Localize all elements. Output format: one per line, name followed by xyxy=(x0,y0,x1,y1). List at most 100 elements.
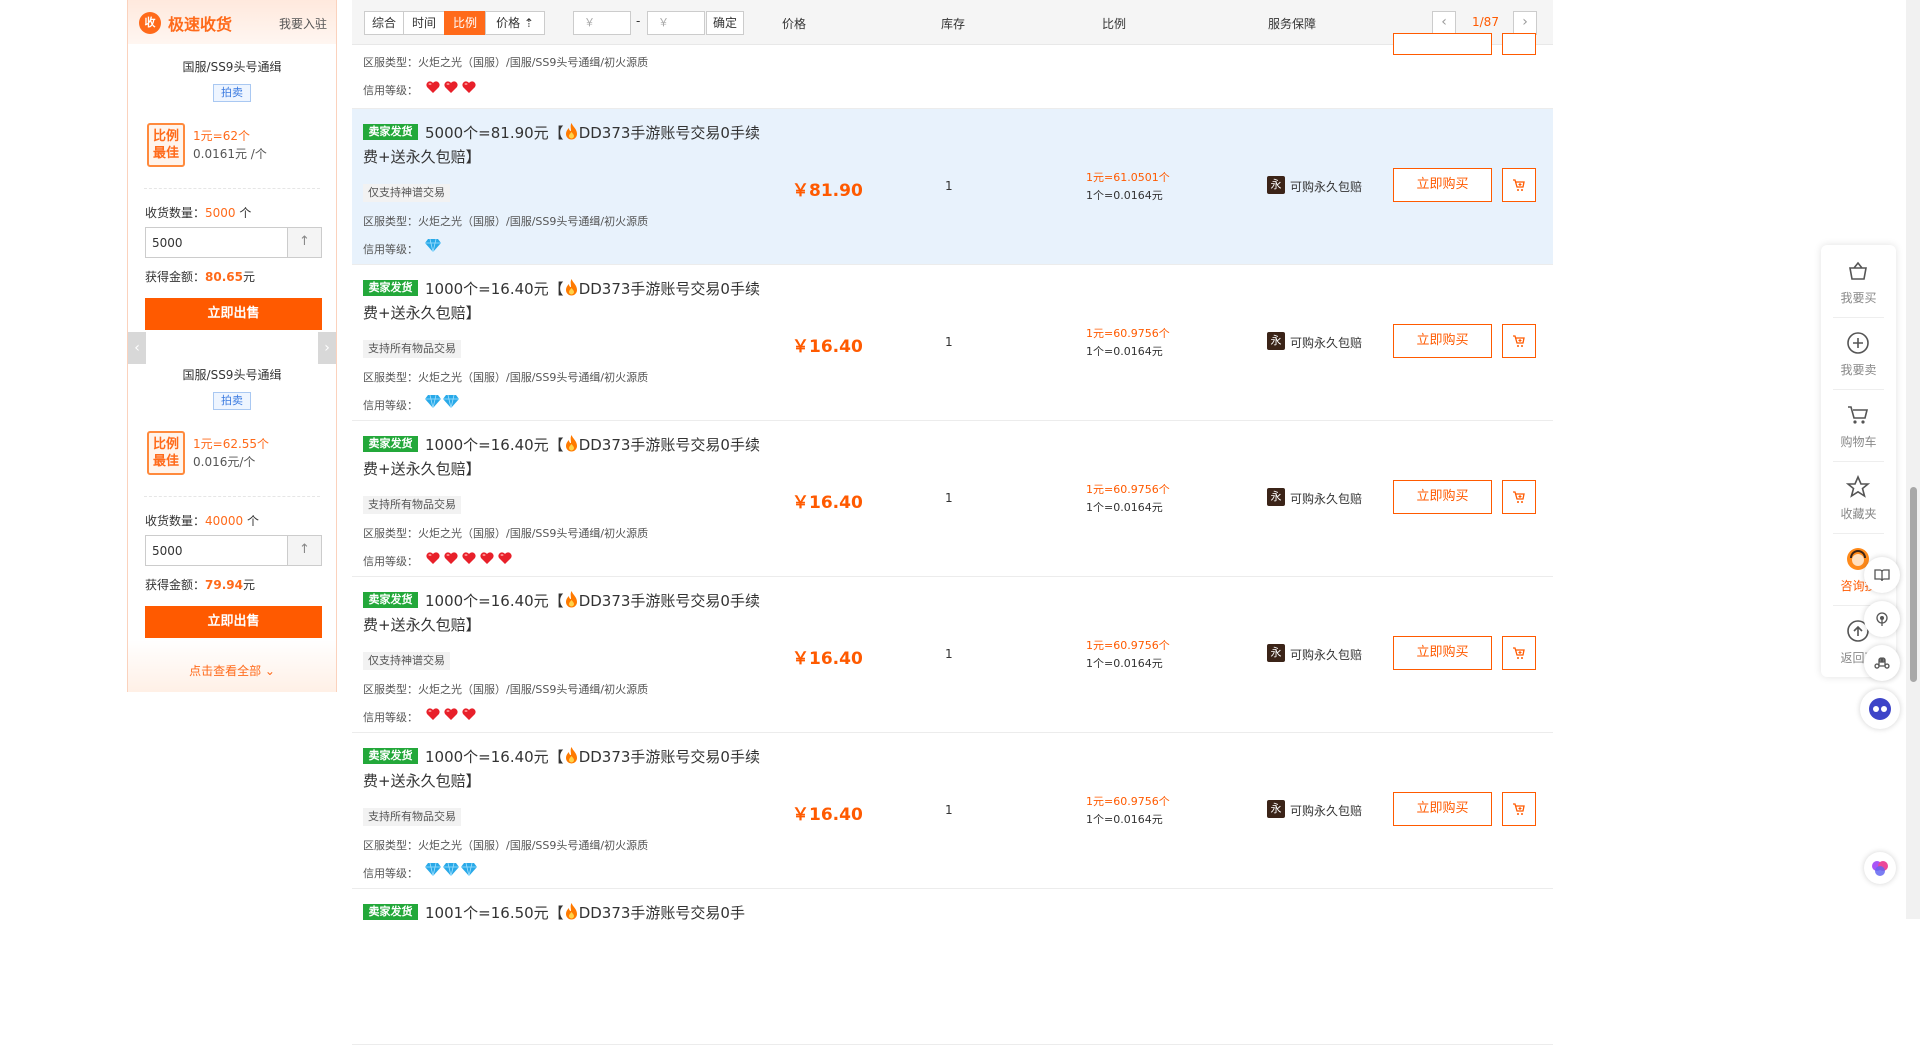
hot-flame-icon xyxy=(565,747,577,764)
permanent-guarantee-icon: 永 xyxy=(1267,332,1285,350)
join-link[interactable]: 我要入驻 xyxy=(279,15,327,32)
ratio-per-yuan: 1元=60.9756个 xyxy=(1086,795,1170,808)
listing-price: ￥16.40 xyxy=(792,337,863,357)
toolbar-cart[interactable]: 购物车 xyxy=(1821,389,1896,461)
listing-title[interactable]: 1000个=16.40元【 DD373手游账号交易0手续费+送永久包赔】 xyxy=(363,745,763,793)
carousel-prev-button[interactable]: ‹ xyxy=(128,332,146,364)
ratio-per-unit: 1个=0.0164元 xyxy=(1086,813,1163,826)
view-all-link[interactable]: 点击查看全部 ⌄ xyxy=(128,662,336,679)
diamond-icon xyxy=(461,862,477,876)
region-type: 区服类型：火炬之光（国服）/国服/SS9头号通缉/初火源质 xyxy=(363,56,649,69)
buy-now-button[interactable]: 立即购买 xyxy=(1393,168,1492,202)
best-label-1: 比例 xyxy=(152,129,179,144)
listing-title[interactable]: 1000个=16.40元【 DD373手游账号交易0手续费+送永久包赔】 xyxy=(363,433,763,481)
page-indicator: 1/87 xyxy=(1472,15,1499,29)
qty-field: ↑ xyxy=(145,227,322,258)
divider xyxy=(144,188,320,189)
toolbar-favorites[interactable]: 收藏夹 xyxy=(1821,461,1896,533)
region-type: 区服类型：火炬之光（国服）/国服/SS9头号通缉/初火源质 xyxy=(363,215,649,228)
toolbar-cart-label: 购物车 xyxy=(1840,435,1877,449)
listing-row[interactable]: 卖家发货 5000个=81.90元【 DD373手游账号交易0手续费+送永久包赔】仅… xyxy=(352,109,1553,265)
best-ratio-badge: 比例 最佳 xyxy=(147,431,185,475)
service-guarantee: 可购永久包赔 xyxy=(1290,804,1363,818)
credit-label: 信用等级： xyxy=(363,711,418,724)
reader-icon[interactable] xyxy=(1864,557,1900,593)
prev-page-button[interactable]: ‹ xyxy=(1432,11,1456,35)
listing-row[interactable]: 卖家发货 1001个=16.50元【 DD373手游账号交易0手 xyxy=(352,889,1553,1045)
add-to-cart-button[interactable] xyxy=(1502,324,1536,358)
buy-now-button[interactable]: 立即购买 xyxy=(1393,636,1492,670)
toolbar-sell[interactable]: 我要卖 xyxy=(1821,317,1896,389)
listing-row[interactable]: 卖家发货 1000个=16.40元【 DD373手游账号交易0手续费+送永久包赔】支… xyxy=(352,265,1553,421)
qty-up-button[interactable]: ↑ xyxy=(287,228,321,257)
sort-price[interactable]: 价格 ⇡ xyxy=(485,11,545,35)
auction-badge: 拍卖 xyxy=(213,392,251,410)
credit-icons xyxy=(425,79,479,95)
listing-title[interactable]: 5000个=81.90元【 DD373手游账号交易0手续费+送永久包赔】 xyxy=(363,121,763,169)
sell-now-button[interactable]: 立即出售 xyxy=(145,298,322,330)
buy-now-button[interactable]: 立即购买 xyxy=(1393,324,1492,358)
listing-row[interactable]: 卖家发货 1000个=16.40元【 DD373手游账号交易0手续费+送永久包赔】支… xyxy=(352,421,1553,577)
diamond-icon xyxy=(443,862,459,876)
add-cart-button-partial[interactable] xyxy=(1502,33,1536,55)
sort-ratio[interactable]: 比例 xyxy=(444,11,486,35)
credit-icons xyxy=(425,238,443,254)
permanent-guarantee-icon: 永 xyxy=(1267,800,1285,818)
credit-label: 信用等级： xyxy=(363,867,418,880)
heart-icon xyxy=(444,552,458,564)
assistant-bot-icon[interactable] xyxy=(1860,689,1900,729)
heart-icon xyxy=(462,708,476,720)
sell-now-button[interactable]: 立即出售 xyxy=(145,606,322,638)
gain-amount: 获得金额：79.94元 xyxy=(145,578,255,592)
service-guarantee: 可购永久包赔 xyxy=(1290,180,1363,194)
price-max-input[interactable]: ￥ xyxy=(647,11,705,35)
toolbar-buy-label: 我要买 xyxy=(1840,291,1877,305)
buy-now-button-partial[interactable] xyxy=(1393,33,1492,55)
price-confirm-button[interactable]: 确定 xyxy=(706,11,744,35)
sort-comprehensive[interactable]: 综合 xyxy=(364,11,404,35)
buy-now-button[interactable]: 立即购买 xyxy=(1393,480,1492,514)
command-icon[interactable] xyxy=(1864,645,1900,681)
price-range-separator: - xyxy=(636,14,641,28)
heart-icon xyxy=(426,81,440,93)
scrollbar-track[interactable] xyxy=(1906,0,1920,919)
toolbar-buy[interactable]: 我要买 xyxy=(1821,245,1896,317)
qty-input[interactable] xyxy=(146,228,288,257)
listing-title[interactable]: 1000个=16.40元【 DD373手游账号交易0手续费+送永久包赔】 xyxy=(363,589,763,637)
add-to-cart-button[interactable] xyxy=(1502,636,1536,670)
ratio-per-yuan: 1元=61.0501个 xyxy=(1086,171,1170,184)
cart-add-icon xyxy=(1513,179,1525,191)
heart-icon xyxy=(480,552,494,564)
region-type: 区服类型：火炬之光（国服）/国服/SS9头号通缉/初火源质 xyxy=(363,683,649,696)
card-server-name: 国服/SS9头号通缉 xyxy=(182,368,282,382)
listing-stock: 1 xyxy=(945,491,953,505)
buy-now-button[interactable]: 立即购买 xyxy=(1393,792,1492,826)
trade-support-tag: 仅支持神谱交易 xyxy=(363,184,450,202)
card-ratio: 1元=62.55个 xyxy=(193,437,270,451)
region-type: 区服类型：火炬之光（国服）/国服/SS9头号通缉/初火源质 xyxy=(363,839,649,852)
ai-brain-icon[interactable] xyxy=(1864,852,1896,884)
hot-flame-icon xyxy=(565,123,577,140)
next-page-button[interactable]: › xyxy=(1513,11,1537,35)
qty-input[interactable] xyxy=(146,536,288,565)
ratio-per-yuan: 1元=60.9756个 xyxy=(1086,327,1170,340)
listing-row[interactable]: 卖家发货 1000个=16.40元【 DD373手游账号交易0手续费+送永久包赔】仅… xyxy=(352,577,1553,733)
listing-price: ￥16.40 xyxy=(792,493,863,513)
listing-title[interactable]: 1000个=16.40元【 DD373手游账号交易0手续费+送永久包赔】 xyxy=(363,277,763,325)
panel-header: 收 极速收货 我要入驻 xyxy=(128,0,336,44)
add-to-cart-button[interactable] xyxy=(1502,792,1536,826)
listing-stock: 1 xyxy=(945,647,953,661)
scrollbar-thumb[interactable] xyxy=(1910,487,1917,682)
listing-title[interactable]: 1001个=16.50元【 DD373手游账号交易0手 xyxy=(363,901,763,925)
listing-row[interactable]: 卖家发货 1000个=16.40元【 DD373手游账号交易0手续费+送永久包赔】支… xyxy=(352,733,1553,889)
add-to-cart-button[interactable] xyxy=(1502,168,1536,202)
add-to-cart-button[interactable] xyxy=(1502,480,1536,514)
sort-time[interactable]: 时间 xyxy=(403,11,445,35)
qty-up-button[interactable]: ↑ xyxy=(287,536,321,565)
auction-badge: 拍卖 xyxy=(213,84,251,102)
carousel-next-button[interactable]: › xyxy=(318,332,336,364)
heart-icon xyxy=(462,81,476,93)
podcast-icon[interactable] xyxy=(1864,601,1900,637)
service-guarantee: 可购永久包赔 xyxy=(1290,336,1363,350)
price-min-input[interactable]: ￥ xyxy=(573,11,631,35)
